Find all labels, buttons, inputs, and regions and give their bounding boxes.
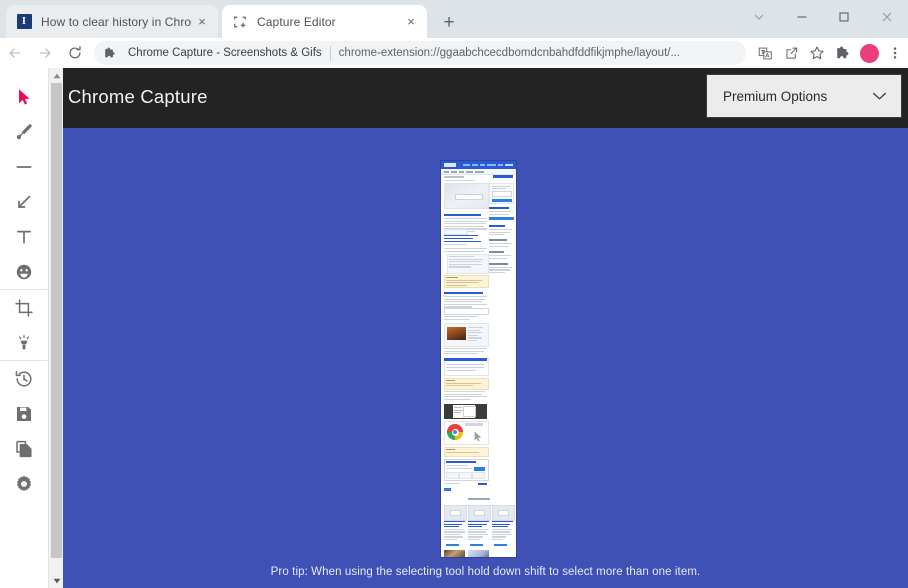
- editor-content: Chrome Capture Premium Options: [63, 68, 908, 588]
- bookmark-star-icon[interactable]: [804, 40, 830, 66]
- tab-title: How to clear history in Chrome |: [41, 15, 192, 29]
- captured-screenshot-thumbnail[interactable]: [441, 161, 516, 557]
- page-title: Chrome Capture: [68, 86, 208, 108]
- premium-options-dropdown[interactable]: Premium Options: [706, 74, 902, 118]
- omnibox-extension-name: Chrome Capture - Screenshots & Gifs: [128, 47, 322, 59]
- browser-toolbar: Chrome Capture - Screenshots & Gifs chro…: [0, 38, 908, 68]
- browser-titlebar: I How to clear history in Chrome | × Cap…: [0, 0, 908, 38]
- tab-close-icon[interactable]: ×: [401, 12, 421, 32]
- copy-tool[interactable]: [0, 431, 48, 466]
- translate-icon[interactable]: [752, 40, 778, 66]
- tab-close-icon[interactable]: ×: [192, 12, 212, 32]
- settings-tool[interactable]: [0, 466, 48, 501]
- app-header: Chrome Capture Premium Options: [63, 68, 908, 128]
- browser-tab-capture-editor[interactable]: Capture Editor ×: [222, 5, 427, 38]
- close-icon[interactable]: [866, 2, 908, 32]
- capture-frame-icon: [232, 14, 248, 30]
- pro-tip-text: Pro tip: When using the selecting tool h…: [63, 566, 908, 578]
- share-icon[interactable]: [778, 40, 804, 66]
- brush-tool[interactable]: [0, 114, 48, 149]
- profile-avatar[interactable]: [856, 40, 882, 66]
- crop-tool[interactable]: [0, 290, 48, 325]
- page-scrollbar[interactable]: [48, 68, 64, 588]
- omnibox-divider: [330, 46, 331, 61]
- back-icon[interactable]: [0, 39, 30, 67]
- browser-tab-history[interactable]: I How to clear history in Chrome | ×: [6, 5, 218, 38]
- tabstrip: I How to clear history in Chrome | × Cap…: [0, 0, 740, 38]
- emoji-tool[interactable]: [0, 254, 48, 289]
- editor-tool-rail: [0, 68, 48, 588]
- extensions-puzzle-icon: [104, 47, 120, 60]
- arrow-tool[interactable]: [0, 184, 48, 219]
- new-tab-button[interactable]: +: [437, 10, 461, 34]
- chrome-menu-icon[interactable]: [882, 40, 908, 66]
- extensions-toolbar-icon[interactable]: [830, 40, 856, 66]
- scrollbar-track[interactable]: [49, 83, 64, 573]
- select-cursor-tool[interactable]: [0, 79, 48, 114]
- highlighter-tool[interactable]: [0, 325, 48, 360]
- tab-title: Capture Editor: [257, 15, 401, 29]
- save-tool[interactable]: [0, 396, 48, 431]
- extension-page: Chrome Capture Premium Options: [0, 68, 908, 588]
- chevron-down-icon: [872, 91, 887, 101]
- history-tool[interactable]: [0, 361, 48, 396]
- maximize-icon[interactable]: [823, 2, 866, 32]
- reload-icon[interactable]: [60, 39, 90, 67]
- window-controls: [738, 0, 908, 34]
- omnibox-url: chrome-extension://ggaabchcecdbomdcnbahd…: [339, 47, 736, 59]
- tab-search-icon[interactable]: [738, 2, 781, 32]
- forward-icon[interactable]: [30, 39, 60, 67]
- premium-options-label: Premium Options: [723, 89, 827, 104]
- scroll-up-icon[interactable]: [49, 68, 64, 83]
- scrollbar-thumb[interactable]: [51, 83, 62, 558]
- site-favicon-blue-i: I: [16, 14, 32, 30]
- browser-window: I How to clear history in Chrome | × Cap…: [0, 0, 908, 588]
- scroll-down-icon[interactable]: [49, 573, 64, 588]
- line-tool[interactable]: [0, 149, 48, 184]
- editor-canvas[interactable]: Pro tip: When using the selecting tool h…: [63, 128, 908, 588]
- minimize-icon[interactable]: [781, 2, 824, 32]
- text-tool[interactable]: [0, 219, 48, 254]
- address-bar[interactable]: Chrome Capture - Screenshots & Gifs chro…: [94, 41, 746, 65]
